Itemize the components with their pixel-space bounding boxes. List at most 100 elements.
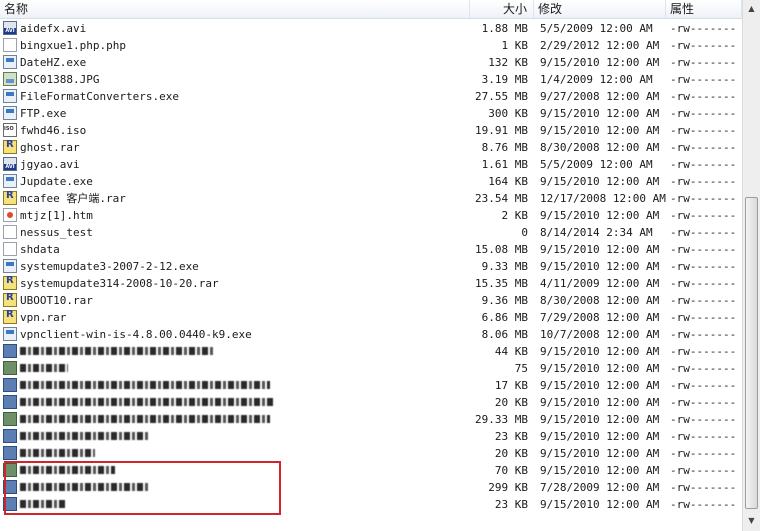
file-name-cell[interactable]: bingxue1.php.php xyxy=(0,37,470,54)
column-header-name[interactable]: 名称 xyxy=(0,0,470,18)
file-name[interactable]: ghost.rar xyxy=(20,139,80,156)
file-row[interactable]: fwhd46.iso 19.91 MB 9/15/2010 12:00 AM -rw-… xyxy=(0,122,742,139)
file-row[interactable]: nessus_test 0 8/14/2014 2:34 AM -rw------- xyxy=(0,224,742,241)
file-name[interactable]: vpnclient-win-is-4.8.00.0440-k9.exe xyxy=(20,326,252,343)
file-attributes: -rw------- xyxy=(670,192,737,205)
column-header-size[interactable]: 大小 xyxy=(470,0,534,18)
file-row[interactable]: 29.33 MB 9/15/2010 12:00 AM -rw------- xyxy=(0,411,742,428)
file-name[interactable]: mcafee 客户端.rar xyxy=(20,190,126,207)
rar-icon xyxy=(3,139,17,154)
file-name-cell[interactable]: nessus_test xyxy=(0,224,470,241)
file-size: 17 KB xyxy=(494,379,528,392)
obscured-file-name xyxy=(20,347,215,355)
file-row[interactable]: FTP.exe 300 KB 9/15/2010 12:00 AM -rw------… xyxy=(0,105,742,122)
file-name-cell[interactable]: FileFormatConverters.exe xyxy=(0,88,470,105)
file-row[interactable]: Jupdate.exe 164 KB 9/15/2010 12:00 AM -rw--… xyxy=(0,173,742,190)
file-name-cell[interactable] xyxy=(0,343,470,360)
file-name-cell[interactable]: FTP.exe xyxy=(0,105,470,122)
file-name[interactable]: shdata xyxy=(20,241,60,258)
file-name[interactable]: systemupdate3-2007-2-12.exe xyxy=(20,258,199,275)
file-name[interactable]: Jupdate.exe xyxy=(20,173,93,190)
file-name-cell[interactable]: mcafee 客户端.rar xyxy=(0,190,470,207)
file-name-cell[interactable]: systemupdate314-2008-10-20.rar xyxy=(0,275,470,292)
exe-icon xyxy=(3,446,17,460)
file-row[interactable]: 23 KB 9/15/2010 12:00 AM -rw------- xyxy=(0,428,742,445)
file-attributes: -rw------- xyxy=(670,328,737,341)
file-name[interactable]: mtjz[1].htm xyxy=(20,207,93,224)
exe-icon xyxy=(3,429,17,443)
file-row[interactable]: jgyao.avi 1.61 MB 5/5/2009 12:00 AM -rw----… xyxy=(0,156,742,173)
file-attributes: -rw------- xyxy=(670,345,737,358)
file-name[interactable]: vpn.rar xyxy=(20,309,66,326)
file-size: 9.33 MB xyxy=(481,260,528,273)
file-row[interactable]: ghost.rar 8.76 MB 8/30/2008 12:00 AM -rw---… xyxy=(0,139,742,156)
file-row[interactable]: DateHZ.exe 132 KB 9/15/2010 12:00 AM -rw---… xyxy=(0,54,742,71)
file-row[interactable]: 44 KB 9/15/2010 12:00 AM -rw------- xyxy=(0,343,742,360)
file-row[interactable]: 20 KB 9/15/2010 12:00 AM -rw------- xyxy=(0,394,742,411)
file-name-cell[interactable]: Jupdate.exe xyxy=(0,173,470,190)
file-name-cell[interactable]: jgyao.avi xyxy=(0,156,470,173)
scroll-down-arrow-icon[interactable]: ▼ xyxy=(745,514,758,528)
column-header-attributes[interactable]: 属性 xyxy=(666,0,742,18)
file-name-cell[interactable]: vpnclient-win-is-4.8.00.0440-k9.exe xyxy=(0,326,470,343)
file-name-cell[interactable] xyxy=(0,445,470,462)
file-name-cell[interactable]: vpn.rar xyxy=(0,309,470,326)
file-name-cell[interactable]: systemupdate3-2007-2-12.exe xyxy=(0,258,470,275)
avi-icon xyxy=(3,157,17,171)
file-attributes: -rw------- xyxy=(670,447,737,460)
file-size: 1.61 MB xyxy=(481,158,528,171)
file-row[interactable]: 75 9/15/2010 12:00 AM -rw------- xyxy=(0,360,742,377)
scroll-up-arrow-icon[interactable]: ▲ xyxy=(745,2,758,16)
file-name-cell[interactable]: mtjz[1].htm xyxy=(0,207,470,224)
file-name-cell[interactable]: DateHZ.exe xyxy=(0,54,470,71)
file-name-cell[interactable]: fwhd46.iso xyxy=(0,122,470,139)
file-name-cell[interactable] xyxy=(0,411,470,428)
file-attributes: -rw------- xyxy=(670,464,737,477)
file-name[interactable]: systemupdate314-2008-10-20.rar xyxy=(20,275,219,292)
file-name[interactable]: UBOOT10.rar xyxy=(20,292,93,309)
file-row[interactable]: bingxue1.php.php 1 KB 2/29/2012 12:00 AM -r… xyxy=(0,37,742,54)
vertical-scrollbar[interactable]: ▲ ▼ xyxy=(742,0,760,531)
column-header-modified[interactable]: 修改 xyxy=(534,0,666,18)
file-row[interactable]: vpn.rar 6.86 MB 7/29/2008 12:00 AM -rw-----… xyxy=(0,309,742,326)
file-name-cell[interactable] xyxy=(0,360,470,377)
file-name-cell[interactable] xyxy=(0,377,470,394)
file-name[interactable]: DateHZ.exe xyxy=(20,54,86,71)
file-name[interactable]: nessus_test xyxy=(20,224,93,241)
scrollbar-thumb[interactable] xyxy=(745,197,758,509)
file-name[interactable]: jgyao.avi xyxy=(20,156,80,173)
file-name-cell[interactable]: shdata xyxy=(0,241,470,258)
file-name-cell[interactable] xyxy=(0,394,470,411)
file-name[interactable]: FileFormatConverters.exe xyxy=(20,88,179,105)
file-row[interactable]: DSC01388.JPG 3.19 MB 1/4/2009 12:00 AM -rw-… xyxy=(0,71,742,88)
file-attributes: -rw------- xyxy=(670,73,737,86)
file-size: 8.76 MB xyxy=(481,141,528,154)
file-name[interactable]: DSC01388.JPG xyxy=(20,71,99,88)
file-name[interactable]: aidefx.avi xyxy=(20,20,86,37)
file-modified: 1/4/2009 12:00 AM xyxy=(540,73,653,86)
file-name-cell[interactable]: aidefx.avi xyxy=(0,20,470,37)
file-name-cell[interactable] xyxy=(0,428,470,445)
file-row[interactable]: mtjz[1].htm 2 KB 9/15/2010 12:00 AM -rw----… xyxy=(0,207,742,224)
file-size: 9.36 MB xyxy=(481,294,528,307)
file-name-cell[interactable]: DSC01388.JPG xyxy=(0,71,470,88)
file-row[interactable]: shdata 15.08 MB 9/15/2010 12:00 AM -rw-----… xyxy=(0,241,742,258)
file-name[interactable]: fwhd46.iso xyxy=(20,122,86,139)
file-row[interactable]: systemupdate3-2007-2-12.exe 9.33 MB 9/15/2… xyxy=(0,258,742,275)
file-name-cell[interactable]: UBOOT10.rar xyxy=(0,292,470,309)
file-row[interactable]: 20 KB 9/15/2010 12:00 AM -rw------- xyxy=(0,445,742,462)
file-name-cell[interactable]: ghost.rar xyxy=(0,139,470,156)
file-modified: 5/5/2009 12:00 AM xyxy=(540,22,653,35)
file-row[interactable]: vpnclient-win-is-4.8.00.0440-k9.exe 8.06 … xyxy=(0,326,742,343)
file-row[interactable]: FileFormatConverters.exe 27.55 MB 9/27/200… xyxy=(0,88,742,105)
file-size: 8.06 MB xyxy=(481,328,528,341)
file-row[interactable]: mcafee 客户端.rar 23.54 MB 12/17/2008 12:00 A… xyxy=(0,190,742,207)
file-attributes: -rw------- xyxy=(670,209,737,222)
file-row[interactable]: 17 KB 9/15/2010 12:00 AM -rw------- xyxy=(0,377,742,394)
file-row[interactable]: UBOOT10.rar 9.36 MB 8/30/2008 12:00 AM -rw-… xyxy=(0,292,742,309)
file-name[interactable]: bingxue1.php.php xyxy=(20,37,126,54)
file-attributes: -rw------- xyxy=(670,90,737,103)
file-row[interactable]: systemupdate314-2008-10-20.rar 15.35 MB 4/… xyxy=(0,275,742,292)
file-row[interactable]: aidefx.avi 1.88 MB 5/5/2009 12:00 AM -rw---… xyxy=(0,20,742,37)
file-name[interactable]: FTP.exe xyxy=(20,105,66,122)
